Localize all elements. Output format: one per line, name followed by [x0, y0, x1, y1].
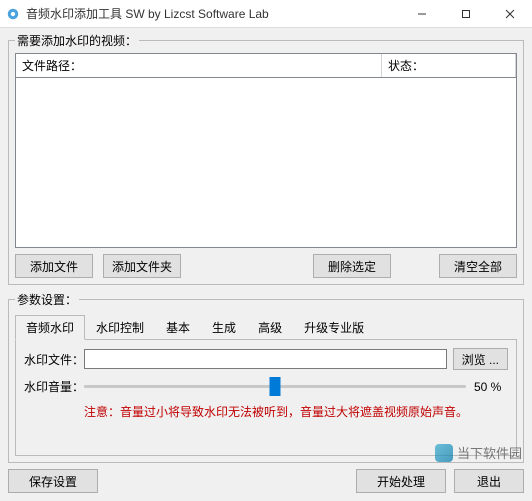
col-status[interactable]: 状态： — [382, 54, 516, 77]
volume-warning: 注意：音量过小将导致水印无法被听到，音量过大将遮盖视频原始声音。 — [84, 403, 508, 420]
settings-legend: 参数设置： — [15, 291, 79, 308]
tab-generate[interactable]: 生成 — [201, 315, 247, 340]
app-icon — [6, 7, 20, 21]
watermark-file-input[interactable] — [84, 349, 447, 369]
watermark-file-label: 水印文件： — [24, 351, 84, 368]
volume-slider[interactable] — [84, 385, 466, 388]
tab-basic[interactable]: 基本 — [155, 315, 201, 340]
volume-slider-thumb[interactable] — [270, 377, 281, 396]
save-settings-button[interactable]: 保存设置 — [8, 469, 98, 493]
volume-value: 50 % — [474, 380, 508, 394]
remove-selected-button[interactable]: 删除选定 — [313, 254, 391, 278]
volume-label: 水印音量： — [24, 378, 84, 395]
tabs: 音频水印 水印控制 基本 生成 高级 升级专业版 — [15, 314, 517, 340]
start-button[interactable]: 开始处理 — [356, 469, 446, 493]
tab-upgrade[interactable]: 升级专业版 — [293, 315, 375, 340]
videos-legend: 需要添加水印的视频： — [15, 32, 139, 49]
tab-panel: 水印文件： 浏览 ... 水印音量： 50 % 注意：音量过小将导致水印无法被听… — [15, 340, 517, 456]
videos-group: 需要添加水印的视频： 文件路径： 状态： 添加文件 添加文件夹 删除选定 清空全… — [8, 32, 524, 285]
maximize-button[interactable] — [444, 0, 488, 28]
tab-audio-watermark[interactable]: 音频水印 — [15, 315, 85, 340]
tab-advanced[interactable]: 高级 — [247, 315, 293, 340]
site-watermark-text: 当下软件园 — [457, 443, 522, 462]
file-list[interactable] — [15, 78, 517, 248]
add-file-button[interactable]: 添加文件 — [15, 254, 93, 278]
exit-button[interactable]: 退出 — [454, 469, 524, 493]
site-logo-icon — [435, 444, 453, 462]
browse-button[interactable]: 浏览 ... — [453, 348, 508, 370]
add-folder-button[interactable]: 添加文件夹 — [103, 254, 181, 278]
col-path[interactable]: 文件路径： — [16, 54, 382, 77]
list-header: 文件路径： 状态： — [15, 53, 517, 78]
window-title: 音频水印添加工具 SW by Lizcst Software Lab — [26, 5, 400, 22]
tab-watermark-control[interactable]: 水印控制 — [85, 315, 155, 340]
clear-all-button[interactable]: 清空全部 — [439, 254, 517, 278]
site-watermark: 当下软件园 — [435, 443, 522, 462]
minimize-button[interactable] — [400, 0, 444, 28]
close-button[interactable] — [488, 0, 532, 28]
settings-group: 参数设置： 音频水印 水印控制 基本 生成 高级 升级专业版 水印文件： 浏览 … — [8, 291, 524, 463]
